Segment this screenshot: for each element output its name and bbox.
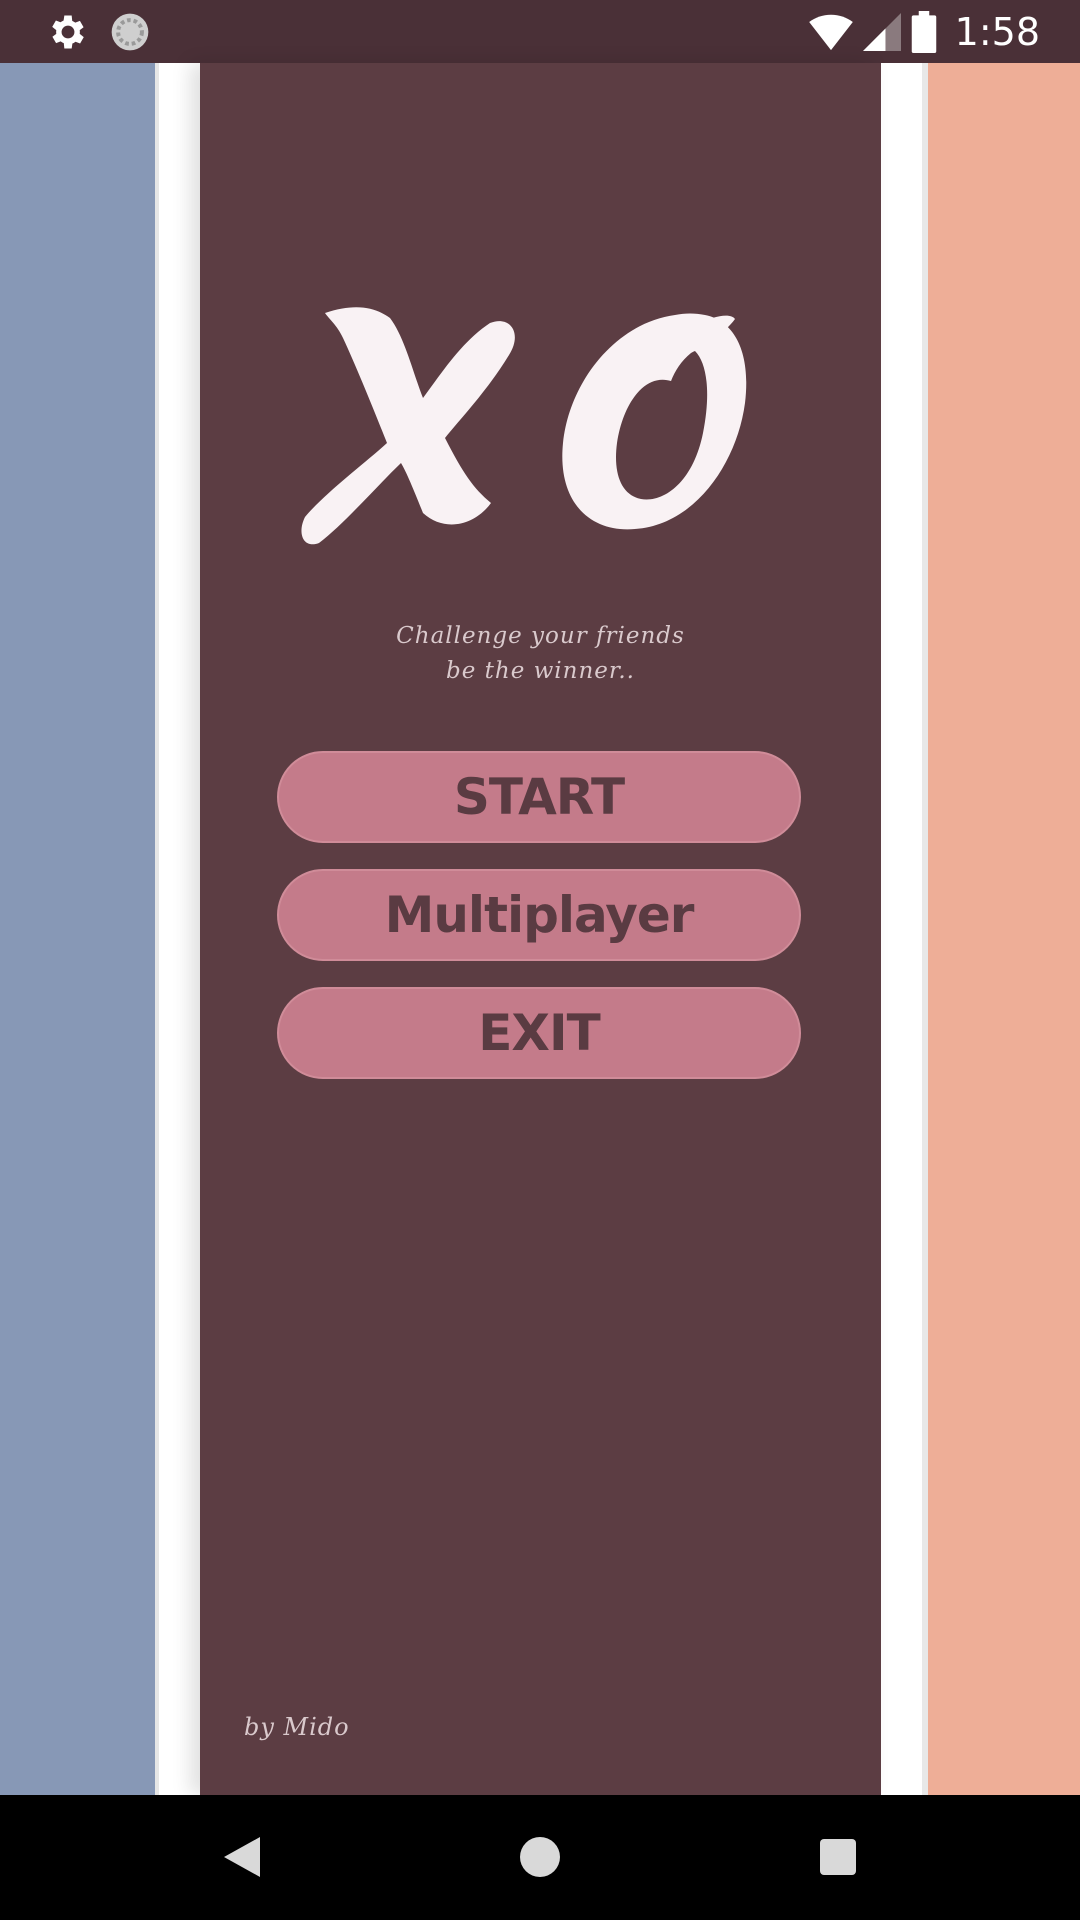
back-button[interactable] bbox=[212, 1827, 272, 1887]
wifi-icon bbox=[808, 14, 853, 51]
right-color-stripe bbox=[928, 63, 1080, 1795]
exit-button[interactable]: EXIT bbox=[277, 987, 801, 1079]
tagline-line-1: Challenge your friends bbox=[396, 623, 685, 649]
tagline-line-2: be the winner.. bbox=[446, 658, 635, 684]
loading-circle-icon bbox=[111, 13, 149, 51]
back-triangle-icon bbox=[224, 1837, 260, 1877]
status-time: 1:58 bbox=[954, 10, 1040, 54]
left-color-stripe bbox=[0, 63, 155, 1795]
status-right-icons: 1:58 bbox=[799, 8, 1040, 56]
app-screen: XO Challenge your friends be the winner.… bbox=[0, 63, 1080, 1795]
home-circle-icon bbox=[520, 1837, 560, 1877]
multiplayer-button[interactable]: Multiplayer bbox=[277, 869, 801, 961]
settings-gear-icon bbox=[52, 15, 84, 49]
xo-logo: XO bbox=[301, 307, 747, 545]
status-left-icons bbox=[46, 10, 170, 54]
start-button[interactable]: START bbox=[277, 751, 801, 843]
author-credit: by Mido bbox=[244, 1713, 350, 1741]
recents-button[interactable] bbox=[808, 1827, 868, 1887]
status-bar: 1:58 bbox=[0, 0, 1080, 63]
main-menu-panel: XO Challenge your friends be the winner.… bbox=[200, 63, 881, 1795]
battery-icon bbox=[911, 11, 936, 53]
cell-signal-icon bbox=[862, 13, 901, 51]
recents-square-icon bbox=[820, 1839, 856, 1875]
home-button[interactable] bbox=[510, 1827, 570, 1887]
navigation-bar bbox=[0, 1795, 1080, 1920]
left-stripe-edge bbox=[155, 63, 159, 1795]
